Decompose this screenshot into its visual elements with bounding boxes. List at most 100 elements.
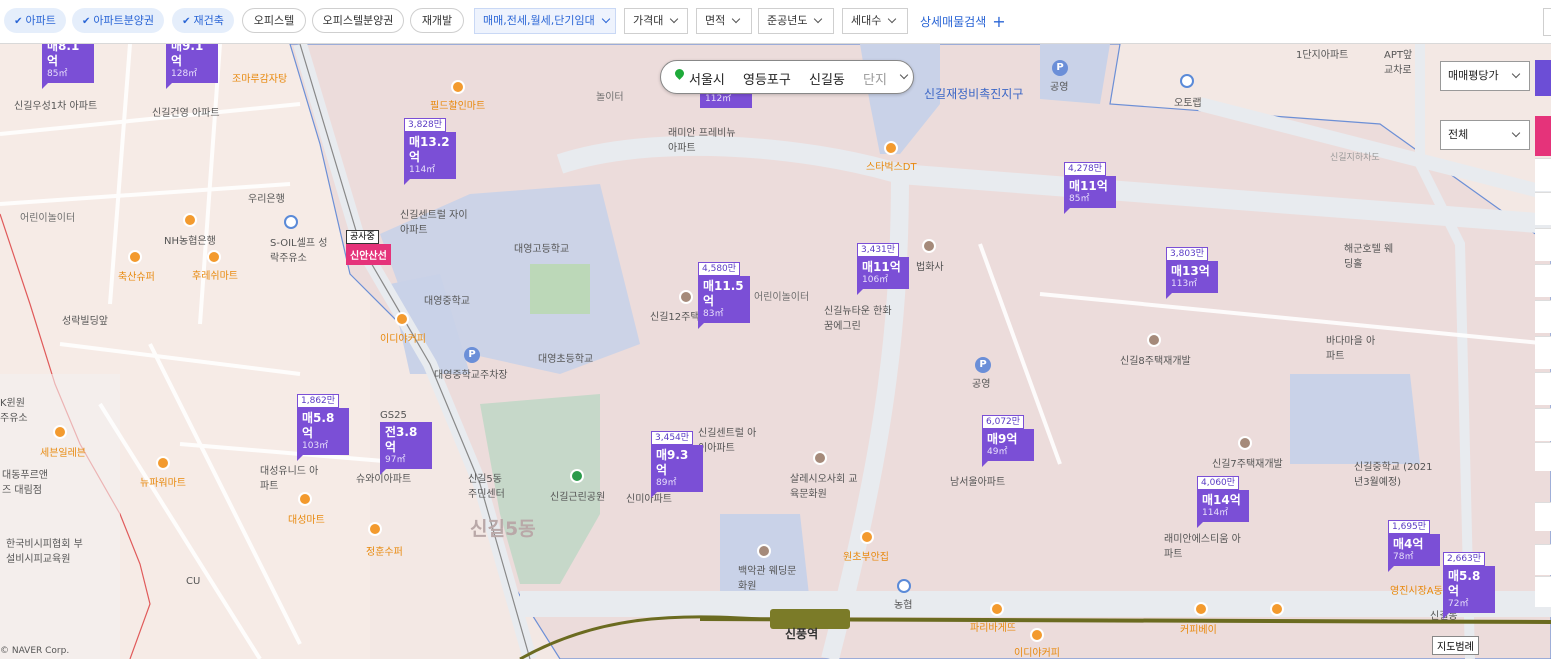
marker-area: 85㎡ [1069,194,1090,204]
trade-type-dropdown[interactable]: 매매,전세,월세,단기임대 [474,8,616,34]
map-legend-button[interactable]: 지도범례 [1432,636,1479,655]
area-dropdown[interactable]: 면적 [696,8,752,34]
more-filter-edge[interactable] [1543,8,1551,36]
map-tool-icon[interactable] [1535,336,1551,369]
bank-icon[interactable] [183,213,197,227]
filter-apartment-presale[interactable]: ✔ 아파트분양권 [72,8,164,33]
region-city[interactable]: 서울시 [689,69,725,88]
detail-search-button[interactable]: 상세매물검색 + [920,8,1006,35]
temple-icon[interactable] [922,239,936,253]
map-label: 우리은행 [248,194,285,205]
map-label: 이디야커피 [1014,648,1060,659]
map-tool-icon[interactable] [1535,408,1551,441]
map-label: 1단지아파트 [1296,50,1349,61]
map-label: APT앞 교차로 [1384,50,1413,76]
store-icon[interactable] [53,425,67,439]
zoom-control[interactable] [1535,502,1551,531]
poi-icon[interactable] [451,80,465,94]
marker-area: 113㎡ [1171,279,1198,289]
price-marker[interactable]: 4,580만 매11.5억 83㎡ [698,256,750,329]
price-marker[interactable]: 4,060만 매14억 114㎡ [1197,470,1249,528]
marker-tail [166,83,172,89]
chevron-down-icon [1511,69,1521,79]
bank-icon[interactable] [897,579,911,593]
redevelopment-icon[interactable] [679,290,693,304]
price-range-dropdown[interactable]: 가격대 [624,8,688,34]
price-marker[interactable]: 1,695만 매4억 78㎡ [1388,514,1440,572]
map-tool-icon[interactable] [1535,158,1551,191]
marker-price: 매11억 [862,260,901,274]
marker-unit-price: 4,060만 [1197,476,1240,490]
bakery-icon[interactable] [990,602,1004,616]
marker-price: 매8.1억 [47,44,80,68]
zoom-out-button[interactable] [1535,576,1551,607]
station-label[interactable]: 신풍역 [785,625,818,642]
cafe-icon[interactable] [1194,602,1208,616]
map-label: 농협 [894,600,913,611]
price-type-select[interactable]: 매매평당가 [1440,61,1530,91]
map-label: 어린이놀이터 [754,292,810,303]
region-district[interactable]: 영등포구 [743,69,791,88]
culture-icon[interactable] [813,451,827,465]
map-tool-icon[interactable] [1535,300,1551,333]
map-tool-icon[interactable] [1535,228,1551,261]
map-tool-icon[interactable] [1535,192,1551,225]
price-marker[interactable]: 매8.1억 85㎡ [42,44,94,89]
cafe-icon[interactable] [395,312,409,326]
price-marker[interactable]: 3,828만 매13.2억 114㎡ [404,112,456,185]
filter-apartment[interactable]: ✔ 아파트 [4,8,66,33]
build-year-dropdown[interactable]: 준공년도 [758,8,834,34]
map-tool-icon[interactable] [1535,264,1551,297]
side-tab-purple[interactable] [1535,60,1551,96]
store-icon[interactable] [207,250,221,264]
restaurant-icon[interactable] [1270,602,1284,616]
car-icon[interactable] [1180,74,1194,88]
gas-station-icon[interactable] [284,215,298,229]
price-marker[interactable]: 1,862만 매5.8억 103㎡ [297,388,349,461]
price-type-select-label: 매매평당가 [1448,69,1499,82]
cafe-icon[interactable] [1030,628,1044,642]
store-icon[interactable] [128,250,142,264]
price-marker[interactable]: 2,663만 매5.8억 72㎡ [1443,546,1495,619]
region-selector[interactable]: 서울시 영등포구 신길동 단지 [660,60,914,94]
construction-marker[interactable]: 공사중 신안산선 [346,224,391,265]
range-select[interactable]: 전체 [1440,120,1530,150]
map-canvas[interactable]: 신길재정비촉진지구 신길5동 신풍역 P P P 신길우성1차 아파트 신길건영… [0,44,1551,659]
parking-icon[interactable]: P [1052,60,1068,76]
price-marker[interactable]: 전3.8억 97㎡ [380,422,432,475]
map-tool-icon[interactable] [1535,372,1551,405]
map-label: 어린이놀이터 [20,213,76,224]
price-marker[interactable]: 112㎡ [700,92,752,108]
price-marker[interactable]: 4,278만 매11억 85㎡ [1064,156,1116,214]
region-dong[interactable]: 신길동 [809,69,845,88]
store-icon[interactable] [368,522,382,536]
construction-name: 신안산선 [346,244,391,265]
households-dropdown[interactable]: 세대수 [842,8,908,34]
zoom-in-button[interactable] [1535,544,1551,575]
store-icon[interactable] [156,456,170,470]
price-marker[interactable]: 3,431만 매11억 106㎡ [857,237,909,295]
chevron-down-icon [899,70,909,80]
side-tab-pink[interactable] [1535,116,1551,156]
cafe-icon[interactable] [884,141,898,155]
filter-officetel-presale[interactable]: 오피스텔분양권 [312,8,404,33]
restaurant-icon[interactable] [860,530,874,544]
wedding-icon[interactable] [757,544,771,558]
price-marker[interactable]: 3,454만 매9.3억 89㎡ [651,425,703,498]
map-label: 래미안에스티움 아파트 [1164,534,1241,560]
region-complex[interactable]: 단지 [863,69,887,88]
price-marker[interactable]: 3,803만 매13억 113㎡ [1166,241,1218,299]
parking-icon[interactable]: P [975,357,991,373]
filter-redevelopment[interactable]: 재개발 [410,8,464,33]
filter-reconstruction[interactable]: ✔ 재건축 [172,8,234,33]
map-label: 스타벅스DT [866,162,917,173]
store-icon[interactable] [298,492,312,506]
filter-officetel[interactable]: 오피스텔 [242,8,306,33]
price-marker[interactable]: 매9.1억 128㎡ [166,44,218,89]
redevelopment-icon[interactable] [1238,436,1252,450]
price-marker[interactable]: 6,072만 매9억 49㎡ [982,409,1034,467]
park-icon[interactable] [570,469,584,483]
map-tool-icon[interactable] [1535,442,1551,471]
parking-icon[interactable]: P [464,347,480,363]
redevelopment-icon[interactable] [1147,333,1161,347]
